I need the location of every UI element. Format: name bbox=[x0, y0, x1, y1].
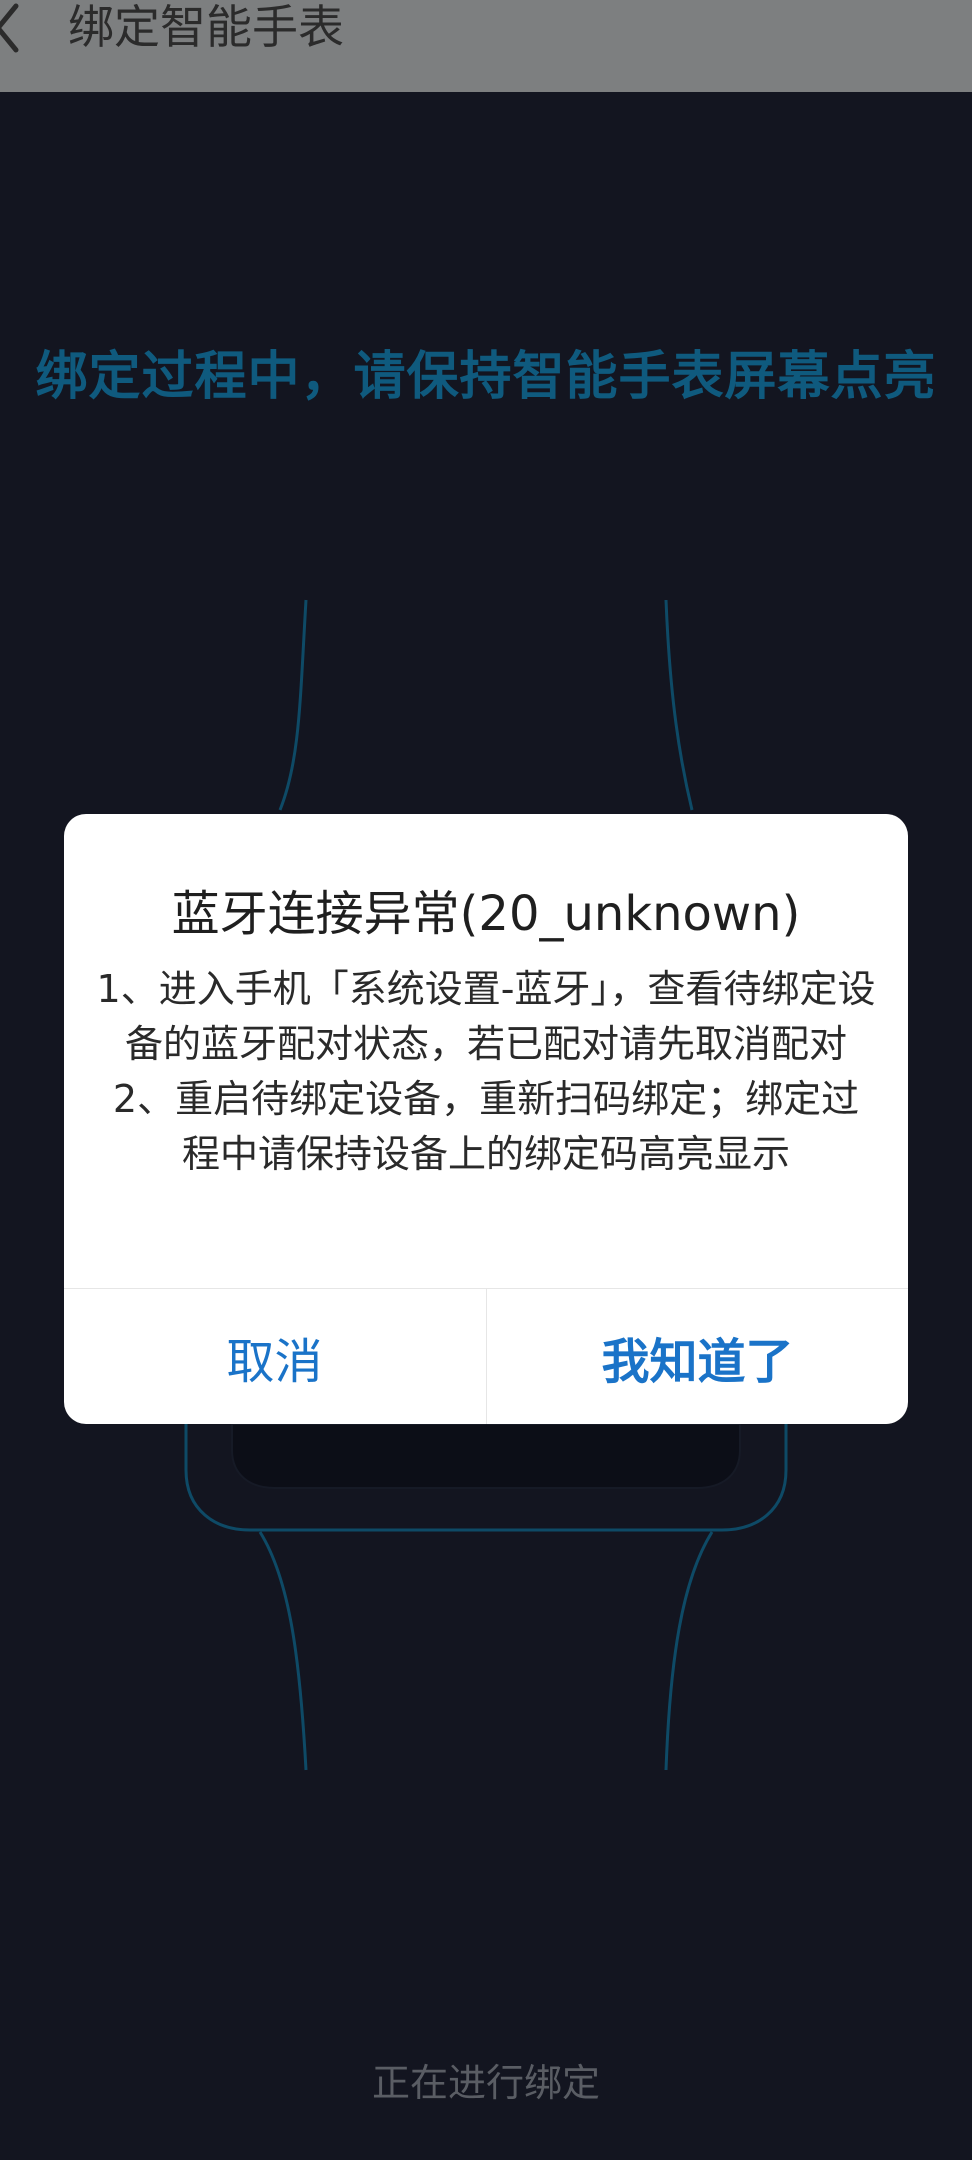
cancel-button[interactable]: 取消 bbox=[64, 1289, 485, 1424]
dialog-step-2: 2、重启待绑定设备，重新扫码绑定；绑定过程中请保持设备上的绑定码高亮显示 bbox=[112, 1077, 860, 1176]
dialog-message: 1、进入手机「系统设置-蓝牙」，查看待绑定设备的蓝牙配对状态，若已配对请先取消配… bbox=[94, 962, 878, 1182]
bluetooth-error-dialog: 蓝牙连接异常(20_unknown) 1、进入手机「系统设置-蓝牙」，查看待绑定… bbox=[64, 814, 908, 1424]
bind-watch-screen: 绑定智能手表 绑定过程中，请保持智能手表屏幕点亮 正在进行绑定 蓝牙连接异常(2… bbox=[0, 0, 972, 2160]
got-it-button[interactable]: 我知道了 bbox=[487, 1289, 908, 1424]
binding-status-text: 正在进行绑定 bbox=[371, 2061, 600, 2105]
dialog-step-1: 1、进入手机「系统设置-蓝牙」，查看待绑定设备的蓝牙配对状态，若已配对请先取消配… bbox=[96, 967, 876, 1066]
dialog-title: 蓝牙连接异常(20_unknown) bbox=[171, 886, 801, 942]
